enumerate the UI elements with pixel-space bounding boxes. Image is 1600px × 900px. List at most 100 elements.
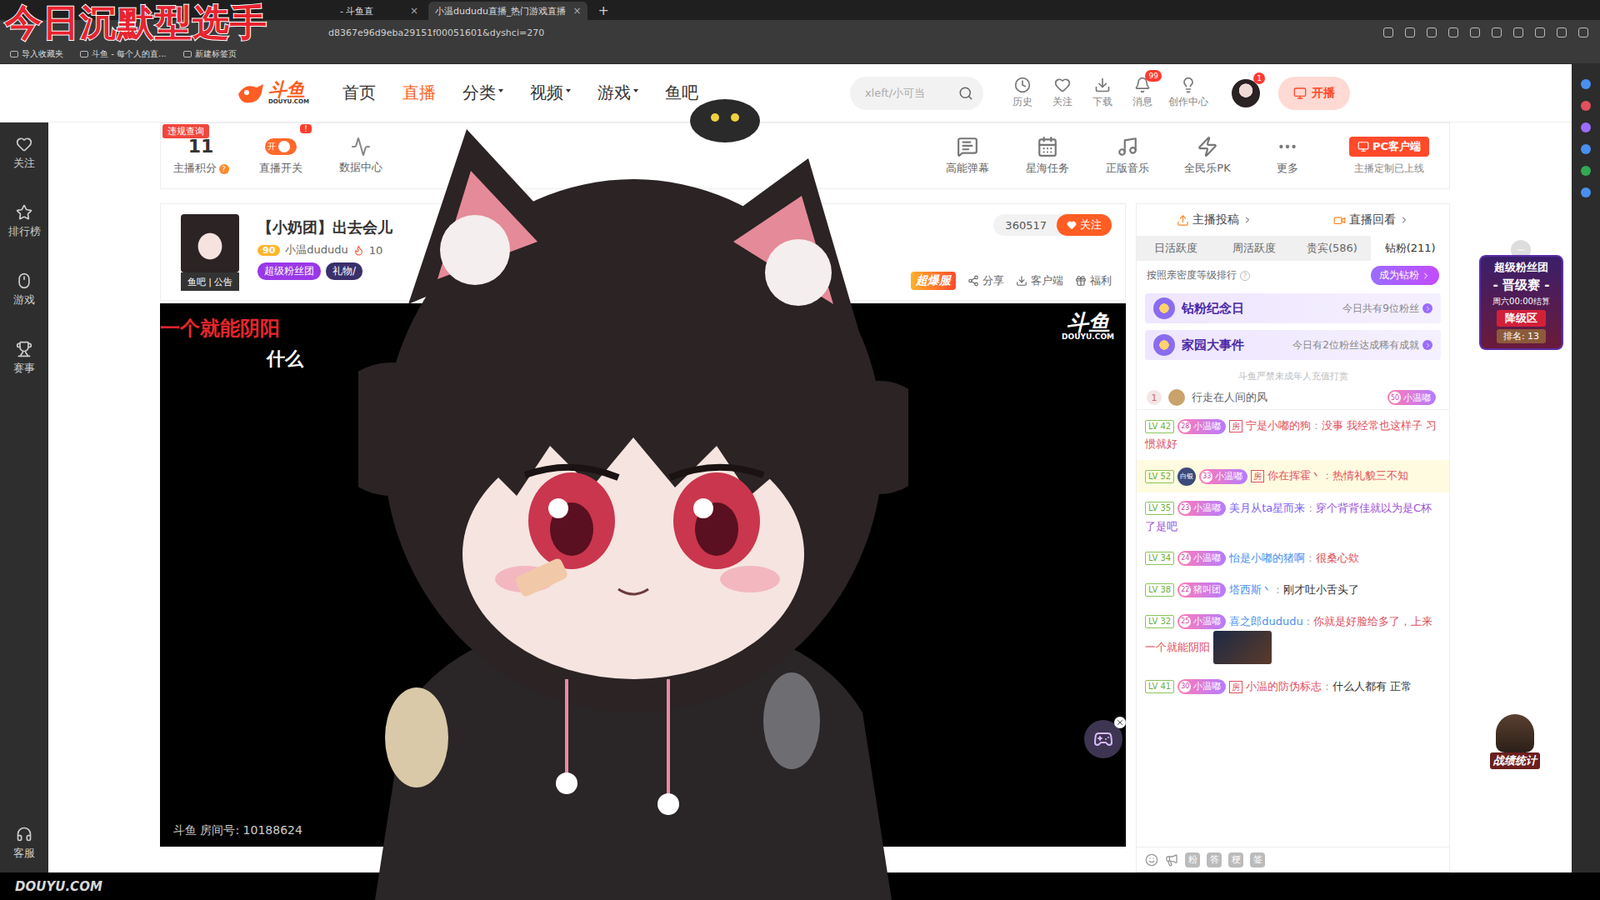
browser-tool-icon[interactable]	[1578, 27, 1589, 38]
streamer-avatar[interactable]	[180, 214, 240, 273]
level-badge: LV 32	[1145, 615, 1175, 629]
header-link[interactable]: 创作中心	[1168, 76, 1209, 110]
go-live-button[interactable]: 开播	[1278, 76, 1350, 110]
bookmark[interactable]: 新建标签页	[183, 48, 237, 60]
browser-tab[interactable]: 小温dududu直播_热门游戏直播×	[428, 1, 588, 20]
room-action[interactable]: 分享	[967, 273, 1005, 289]
url-field[interactable]: d8367e96d9eba29151f00051601&dyshci=270	[328, 27, 1372, 39]
left-nav-item[interactable]: 赛事	[13, 340, 35, 376]
header-link[interactable]: 消息99	[1128, 76, 1157, 110]
browser-tool-icon[interactable]	[1405, 27, 1415, 38]
close-icon[interactable]	[1114, 716, 1126, 729]
sidebar-app-icon[interactable]	[1580, 79, 1591, 90]
live-switch-item[interactable]: 开!直播开关	[240, 135, 321, 176]
chat-user-name[interactable]: 喜之郎dududu	[1229, 615, 1303, 628]
nav-item[interactable]: 分类	[462, 81, 504, 105]
browser-tool-icon[interactable]	[1448, 27, 1459, 38]
chat-user-name[interactable]: 宁是小嘟的狗	[1245, 419, 1311, 432]
score-item[interactable]: 违规查询11主播积分?	[160, 135, 241, 176]
violation-badge[interactable]: 违规查询	[162, 124, 210, 139]
rank-tab[interactable]: 周活跃度	[1215, 235, 1294, 261]
browser-tab[interactable]: - 斗鱼直×	[333, 1, 425, 20]
footer-watermark: DOUYU.COM	[15, 879, 103, 895]
search-input[interactable]	[863, 85, 954, 100]
chat-user-name[interactable]: 怡是小嘟的猪啊	[1229, 551, 1305, 565]
chat-tool[interactable]: 梗	[1228, 852, 1244, 868]
megaphone-icon[interactable]	[1165, 853, 1179, 867]
browser-tool-icon[interactable]	[1513, 27, 1524, 38]
nav-item[interactable]: 视频	[530, 81, 571, 105]
header-link[interactable]: 历史	[1008, 76, 1037, 110]
bookmark[interactable]: 导入收藏夹	[10, 48, 64, 60]
chat-tool[interactable]: 答	[1206, 852, 1222, 868]
left-nav-item[interactable]: 客服	[13, 825, 35, 861]
user-avatar[interactable]: 1	[1231, 79, 1260, 108]
chat-user-name[interactable]: 小温的防伪标志	[1245, 680, 1322, 693]
sidebar-app-icon[interactable]	[1580, 122, 1591, 133]
browser-tool-icon[interactable]	[1470, 27, 1480, 38]
event-badge[interactable]: 超爆服	[910, 271, 956, 290]
game-button[interactable]	[1084, 720, 1123, 759]
left-nav-item[interactable]: 关注	[13, 135, 35, 171]
nav-item[interactable]: 游戏	[597, 81, 639, 105]
left-nav-item[interactable]: 排行榜	[8, 204, 41, 240]
tool-item[interactable]: 全民乐PK	[1167, 135, 1248, 176]
data-center-item[interactable]: 数据中心	[320, 136, 401, 175]
bookmark[interactable]: 斗鱼 - 每个人的直...	[80, 48, 167, 60]
pc-client-button[interactable]: PC客户端	[1349, 136, 1430, 157]
rank-tab[interactable]: 贵宾(586)	[1293, 235, 1372, 261]
tool-item[interactable]: 星海任务	[1007, 135, 1088, 176]
sidebar-app-icon[interactable]	[1580, 187, 1591, 198]
room-action[interactable]: 客户端	[1015, 273, 1064, 289]
follow-button[interactable]: 关注	[1056, 214, 1112, 236]
tool-item[interactable]: 正版音乐	[1087, 135, 1168, 176]
fan-club-card[interactable]: 超级粉丝团- 晋级赛 -周六00:00结算降级区排名: 13	[1479, 255, 1564, 350]
header-link[interactable]: 关注	[1048, 76, 1077, 110]
rank-tab[interactable]: 钻粉(211)	[1370, 235, 1450, 261]
room-tag[interactable]: 礼物/	[325, 262, 363, 280]
close-tab-icon[interactable]: ×	[410, 5, 419, 17]
tool-item[interactable]: 更多	[1247, 135, 1328, 176]
battle-stats[interactable]: 战绩统计	[1483, 714, 1547, 770]
header-link-icon	[1180, 76, 1197, 94]
chat-top-tab[interactable]: 主播投稿	[1136, 212, 1294, 228]
chat-user-name[interactable]: 你在挥霍丶	[1267, 469, 1322, 482]
left-nav-item[interactable]: 游戏	[13, 272, 35, 308]
chat-tool[interactable]: 粉	[1185, 852, 1200, 868]
nav-item[interactable]: 首页	[342, 81, 376, 105]
avatar-links[interactable]: 鱼吧 | 公告	[180, 272, 240, 291]
sidebar-app-icon[interactable]	[1580, 100, 1591, 111]
browser-tool-icon[interactable]	[1426, 27, 1437, 38]
nav-item[interactable]: 鱼吧	[665, 81, 699, 105]
browser-tool-icon[interactable]	[1535, 27, 1545, 38]
browser-tool-icon[interactable]	[1383, 27, 1394, 38]
chat-user-name[interactable]: 塔西斯丶	[1229, 583, 1273, 596]
browser-tool-icon[interactable]	[1491, 27, 1502, 38]
new-tab-button[interactable]: +	[590, 2, 615, 20]
chat-top-tab[interactable]: 直播回看	[1293, 212, 1450, 228]
tool-item[interactable]: 高能弹幕	[927, 135, 1008, 176]
emoji-icon[interactable]	[1145, 853, 1159, 867]
chat-user-name[interactable]: 美月从ta星而来	[1229, 501, 1305, 515]
close-tab-icon[interactable]: ×	[572, 5, 581, 17]
douyu-logo[interactable]: 斗鱼DOUYU.COM	[236, 80, 310, 106]
room-action[interactable]: 福利	[1075, 273, 1112, 289]
rank-tab[interactable]: 日活跃度	[1136, 235, 1215, 261]
become-diamond-fan-button[interactable]: 成为钻粉	[1370, 265, 1440, 285]
browser-tool-icon[interactable]	[1556, 27, 1567, 38]
video-player[interactable]: 一个就能阴阳什么斗鱼DOUYU.COM斗鱼 房间号: 10188624	[160, 303, 1126, 847]
info-card[interactable]: 家园大事件今日有2位粉丝达成稀有成就	[1145, 330, 1441, 360]
search-icon[interactable]	[958, 85, 974, 101]
fan-badge: 25小温嘟	[1177, 614, 1226, 630]
room-tag[interactable]: 超级粉丝团	[257, 262, 321, 280]
nav-item[interactable]: 直播	[402, 81, 436, 105]
chat-tool[interactable]: 签	[1250, 852, 1265, 868]
info-card[interactable]: 钻粉纪念日今日共有9位粉丝	[1145, 293, 1441, 324]
sidebar-app-icon[interactable]	[1580, 144, 1591, 155]
sidebar-app-icon[interactable]	[1580, 165, 1591, 176]
header-link[interactable]: 下载	[1088, 76, 1117, 110]
live-toggle[interactable]: 开	[265, 138, 297, 155]
action-icon	[1075, 275, 1087, 287]
monitor-icon	[1357, 140, 1370, 153]
streamer-name[interactable]: 小温dududu	[285, 242, 348, 258]
